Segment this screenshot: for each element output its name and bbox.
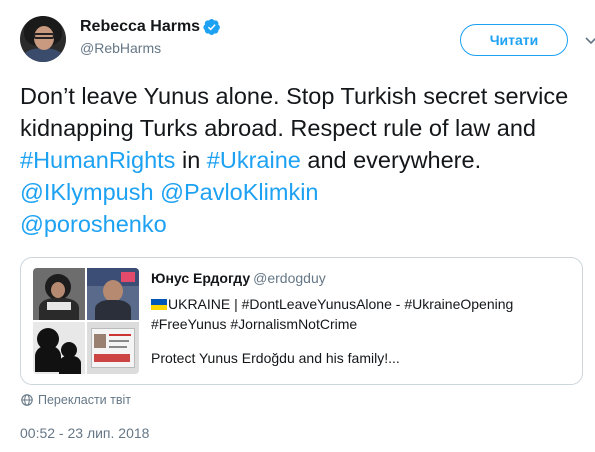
tweet-text-segment: in bbox=[175, 147, 207, 173]
media-thumbnail[interactable] bbox=[87, 268, 139, 320]
ukraine-flag-icon bbox=[151, 299, 167, 310]
translate-label[interactable]: Перекласти твіт bbox=[38, 393, 131, 407]
quoted-author-handle: @erdogduy bbox=[253, 270, 326, 286]
tweet-timestamp[interactable]: 00:52 - 23 лип. 2018 bbox=[20, 425, 149, 441]
mention-link-pavloklimkin[interactable]: @PavloKlimkin bbox=[160, 179, 318, 205]
hashtag-link-ukraine[interactable]: #Ukraine bbox=[207, 147, 301, 173]
quoted-text-line: UKRAINE | #DontLeaveYunusAlone - #Ukrain… bbox=[168, 296, 514, 312]
quoted-text-line: #FreeYunus #JornalismNotCrime bbox=[151, 316, 358, 332]
quoted-tweet-header: Юнус Ердогду @erdogduy bbox=[151, 270, 326, 286]
author-display-name[interactable]: Rebecca Harms bbox=[80, 18, 200, 36]
tweet-text: Don’t leave Yunus alone. Stop Turkish se… bbox=[20, 80, 580, 240]
hashtag-link-humanrights[interactable]: #HumanRights bbox=[20, 147, 175, 173]
quoted-author-name: Юнус Ердогду bbox=[151, 270, 251, 286]
tweet-header: Rebecca Harms @RebHarms Читати bbox=[20, 14, 595, 68]
tweet-text-segment: Don’t leave Yunus alone. Stop Turkish se… bbox=[20, 83, 569, 141]
verified-badge-icon bbox=[203, 18, 220, 35]
media-thumbnail[interactable] bbox=[33, 322, 85, 374]
quoted-media-grid[interactable] bbox=[33, 268, 139, 374]
quoted-tweet[interactable]: Юнус Ердогду @erdogduy UKRAINE | #DontLea… bbox=[20, 257, 583, 385]
quoted-tweet-text: UKRAINE | #DontLeaveYunusAlone - #Ukrain… bbox=[151, 294, 571, 368]
quoted-text-line: Protect Yunus Erdoğdu and his family!... bbox=[151, 350, 400, 366]
avatar[interactable] bbox=[20, 16, 66, 62]
author-block[interactable]: Rebecca Harms @RebHarms bbox=[80, 18, 221, 56]
author-handle[interactable]: @RebHarms bbox=[80, 40, 221, 56]
translate-tweet-link[interactable]: Перекласти твіт bbox=[21, 393, 131, 407]
media-thumbnail[interactable] bbox=[87, 322, 139, 374]
media-thumbnail[interactable] bbox=[33, 268, 85, 320]
mention-link-iklympush[interactable]: @IKlympush bbox=[20, 179, 154, 205]
follow-button[interactable]: Читати bbox=[460, 24, 568, 56]
chevron-down-icon[interactable] bbox=[583, 32, 595, 48]
globe-icon bbox=[21, 394, 33, 406]
tweet-text-segment: and everywhere. bbox=[300, 147, 482, 173]
mention-link-poroshenko[interactable]: @poroshenko bbox=[20, 211, 167, 237]
